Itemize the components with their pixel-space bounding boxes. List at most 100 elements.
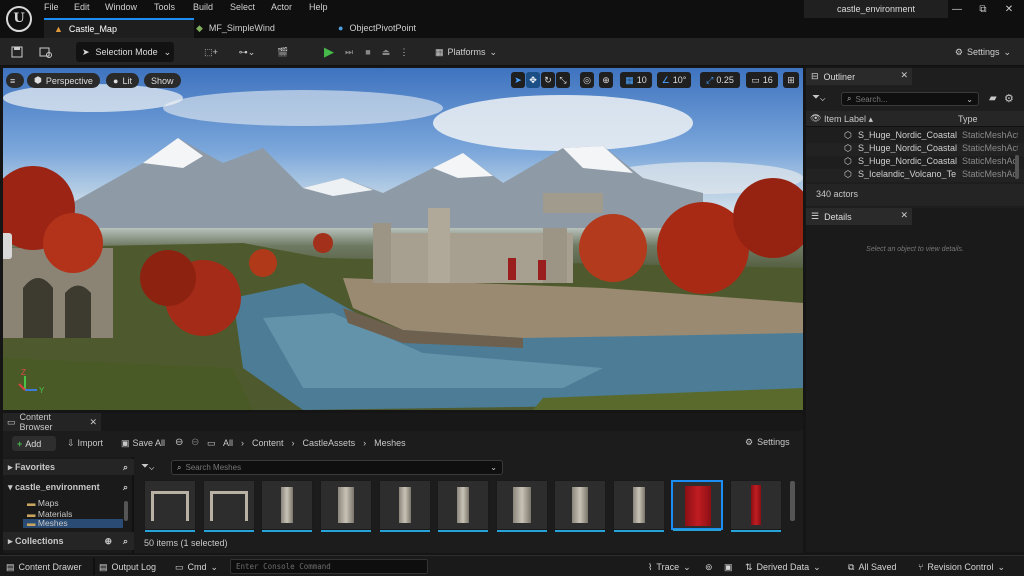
search-icon[interactable]: ⌕ [123,482,128,493]
menu-file[interactable]: File [44,2,59,16]
all-saved-button[interactable]: ⧉ All Saved [848,560,896,574]
asset-search-input[interactable]: ⌕ Search Meshes ⌄ [171,460,503,475]
add-button[interactable]: + Add [12,436,56,451]
restore-button[interactable]: ⧉ [970,2,996,18]
outliner-search-input[interactable]: ⌕ Search... ⌄ [841,92,979,106]
breadcrumb-castleassets[interactable]: CastleAssets [303,438,356,448]
folder-scrollbar[interactable] [124,501,128,521]
cinematics-button[interactable]: 🎬 [270,42,296,62]
trace-button[interactable]: ⌇ Trace ⌄ [648,560,691,574]
menu-build[interactable]: Build [193,2,213,16]
record-icon[interactable]: ⊚ [705,560,713,574]
collections-header[interactable]: ▸ Collections ⊕ ⌕ [3,532,134,550]
details-tab[interactable]: ☰ Details ✕ [806,208,912,225]
quick-add-button[interactable]: ⬚+ [198,42,224,62]
save-icon[interactable] [8,42,26,62]
translate-tool-icon[interactable]: ✥ [526,72,540,88]
revision-control-button[interactable]: ⑂ Revision Control ⌄ [918,560,1005,574]
outliner-row[interactable]: ⬡ S_Huge_Nordic_Coastal StaticMeshActor [806,143,1024,156]
selection-mode-dropdown[interactable]: ➤ Selection Mode ⌄ [76,42,174,62]
scale-snap-button[interactable]: ⤢ 0.25 [700,72,740,88]
import-button[interactable]: ⇩ Import [67,438,103,449]
save-all-button[interactable]: ▣ Save All [121,438,165,449]
filter-icon[interactable]: ⏷⌄ [812,92,825,103]
output-log-button[interactable]: ▤ Output Log [99,560,156,574]
blueprints-button[interactable]: ⊶⌄ [234,42,260,62]
asset-thumbnail[interactable] [320,480,372,532]
column-item-label[interactable]: Item Label ▴ [824,114,873,125]
world-space-icon[interactable]: ◎ [580,72,594,88]
close-icon[interactable]: ✕ [89,417,97,428]
outliner-row[interactable]: ⬡ S_Huge_Nordic_Coastal StaticMeshActor [806,130,1024,143]
asset-thumbnail[interactable] [261,480,313,532]
cmd-dropdown[interactable]: ▭ Cmd ⌄ [175,560,218,574]
asset-thumbnail[interactable] [203,480,255,532]
asset-thumbnail[interactable] [496,480,548,532]
viewport-options-button[interactable]: ≡ [6,73,24,88]
close-window-button[interactable]: ✕ [996,2,1022,18]
content-drawer-button[interactable]: ▤ Content Drawer [6,560,82,574]
gear-icon[interactable]: ⚙ [1004,92,1014,105]
surface-snap-icon[interactable]: ⊕ [599,72,613,88]
menu-tools[interactable]: Tools [154,2,175,16]
unreal-logo-icon[interactable]: U [6,6,32,32]
viewport-side-handle[interactable] [3,233,12,259]
derived-data-button[interactable]: ⇅ Derived Data ⌄ [745,560,821,574]
stop-button[interactable]: ■ [360,42,376,62]
breadcrumb-content[interactable]: Content [252,438,284,448]
outliner-tab[interactable]: ⊟ Outliner ✕ [806,68,912,85]
folder-maps[interactable]: ▬ Maps [27,498,59,508]
console-input[interactable]: Enter Console Command [230,559,428,574]
asset-thumbnail-selected[interactable] [671,480,723,531]
search-icon[interactable]: ⌕ [123,536,128,547]
search-icon[interactable]: ⌕ [123,462,128,473]
menu-edit[interactable]: Edit [74,2,90,16]
menu-help[interactable]: Help [309,2,328,16]
asset-thumbnail[interactable] [144,480,196,532]
asset-thumbnail[interactable] [613,480,665,532]
select-tool-icon[interactable]: ➤ [511,72,525,88]
asset-scrollbar[interactable] [790,481,795,521]
rotation-snap-button[interactable]: ∠ 10° [657,72,691,88]
project-header[interactable]: ▾ castle_environment ⌕ [3,481,134,495]
folder-meshes[interactable]: ▬ Meshes [23,519,123,528]
grid-snap-button[interactable]: ▦ 10 [620,72,652,88]
asset-thumbnail[interactable] [437,480,489,532]
close-icon[interactable]: ✕ [900,70,908,81]
content-browser-tab[interactable]: ▭ Content Browser ✕ [3,412,101,432]
content-browser-icon[interactable] [36,42,54,62]
visibility-eye-icon[interactable]: 👁 [810,113,821,124]
tab-objectpivotpoint[interactable]: ● ObjectPivotPoint [328,18,478,38]
asset-thumbnail[interactable] [730,480,782,532]
menu-select[interactable]: Select [230,2,255,16]
outliner-scrollbar[interactable] [1015,155,1019,179]
cb-settings-button[interactable]: ⚙ Settings [745,437,790,448]
level-viewport[interactable]: Z Y ≡ ⬢ Perspective ● Lit Show ➤ ✥ ↻ ⤡ ◎… [3,68,803,410]
favorites-header[interactable]: ▸ Favorites ⌕ [3,459,134,475]
play-options-button[interactable]: ⋮ [399,42,409,62]
insights-icon[interactable]: ▣ [724,560,733,574]
outliner-row[interactable]: ⬡ S_Huge_Nordic_Coastal StaticMeshActor [806,156,1024,169]
asset-thumbnail[interactable] [379,480,431,532]
rotate-tool-icon[interactable]: ↻ [541,72,555,88]
breadcrumb-meshes[interactable]: Meshes [374,438,406,448]
skip-button[interactable]: ⏭ [341,42,357,62]
close-icon[interactable]: ✕ [900,210,908,221]
outliner-row[interactable]: ⬡ S_Icelandic_Volcano_Te StaticMeshActor [806,169,1024,182]
back-icon[interactable]: ⊖ [175,437,183,448]
show-button[interactable]: Show [144,73,181,88]
view-mode-button[interactable]: ● Lit [106,73,139,88]
tab-castle-map[interactable]: ▲ Castle_Map [44,18,194,38]
perspective-button[interactable]: ⬢ Perspective [27,73,100,88]
menu-window[interactable]: Window [105,2,137,16]
layout-icon[interactable]: ⊞ [783,72,799,88]
platforms-button[interactable]: ▦ Platforms ⌄ [430,42,502,62]
add-circle-icon[interactable]: ⊕ [104,536,112,547]
settings-button[interactable]: ⚙ Settings ⌄ [948,42,1018,62]
add-folder-icon[interactable]: ▰ [989,93,997,104]
folder-materials[interactable]: ▬ Materials [27,509,72,519]
tab-mf-simplewind[interactable]: ◆ MF_SimpleWind [186,18,326,38]
camera-speed-button[interactable]: ▭ 16 [746,72,778,88]
forward-icon[interactable]: ⊖ [191,437,199,448]
minimize-button[interactable]: — [944,2,970,18]
